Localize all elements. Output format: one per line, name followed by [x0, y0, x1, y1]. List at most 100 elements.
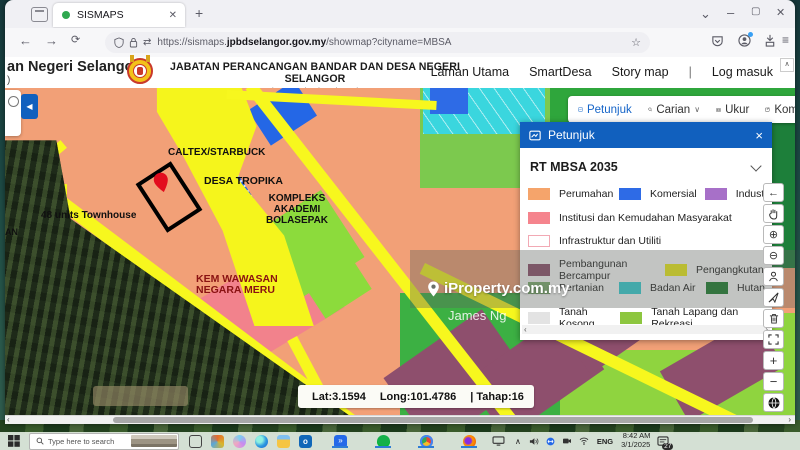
legend-panel-header[interactable]: Petunjuk ×	[520, 122, 772, 148]
menu-hamburger-icon[interactable]: ≡	[782, 33, 789, 47]
copilot-icon[interactable]	[233, 435, 246, 448]
swatch-tanah-kosong	[528, 312, 550, 324]
legend-hscrollbar[interactable]: ‹ ›	[522, 325, 770, 334]
legend-scroll-left-icon[interactable]: ‹	[524, 325, 527, 334]
site-title: JABATAN PERANCANGAN BANDAR DAN DESA NEGE…	[165, 61, 465, 85]
zoom-out-button[interactable]: −	[763, 372, 784, 391]
window-minimize-button[interactable]: –	[727, 5, 734, 20]
window-close-button[interactable]: ✕	[776, 6, 785, 19]
task-view-icon[interactable]	[189, 435, 202, 448]
pocket-icon[interactable]	[711, 35, 724, 48]
windows-taskbar: Type here to search o » ∧ ENG 8:42 AM 3/…	[0, 432, 800, 450]
delete-trash-button[interactable]	[763, 309, 784, 328]
toolbar-komen[interactable]: Kom	[774, 104, 795, 116]
paint3d-icon[interactable]	[211, 435, 224, 448]
nav-smartdesa[interactable]: SmartDesa	[529, 65, 592, 79]
tab-favicon	[62, 11, 70, 19]
basemap-globe-button[interactable]	[763, 393, 784, 412]
hscroll-right-icon[interactable]: ›	[788, 415, 791, 424]
tray-clock[interactable]: 8:42 AM 3/1/2025	[621, 432, 650, 449]
legend-plan-title: RT MBSA 2035	[530, 160, 618, 174]
eye-icon[interactable]	[8, 96, 19, 107]
nav-log-masuk[interactable]: Log masuk	[712, 65, 773, 79]
edge-icon[interactable]	[255, 435, 268, 448]
measure-icon	[716, 105, 721, 115]
swatch-komersial	[619, 188, 641, 200]
hscroll-thumb[interactable]	[113, 417, 753, 423]
navigate-arrow-button[interactable]	[763, 288, 784, 307]
account-icon[interactable]	[738, 34, 751, 47]
back-button[interactable]: ←	[19, 33, 32, 48]
legend-close-icon[interactable]: ×	[755, 128, 763, 143]
user-location-button[interactable]	[763, 267, 784, 286]
tray-teamviewer-icon[interactable]	[546, 437, 555, 446]
pan-hand-button[interactable]	[763, 204, 784, 223]
zoom-out-circle-button[interactable]: ⊖	[763, 246, 784, 265]
teamviewer-task[interactable]: »	[334, 435, 347, 448]
legend-expand-chevron-icon[interactable]	[750, 160, 761, 171]
search-icon	[648, 104, 653, 115]
bookmark-star-icon[interactable]: ☆	[631, 36, 641, 49]
legend-row-1: Perumahan Komersial Industri	[528, 188, 766, 200]
start-button[interactable]	[8, 435, 20, 447]
page-scroll-up-arrow[interactable]: ∧	[780, 58, 794, 72]
shield-icon[interactable]	[114, 37, 124, 48]
map-label-kompleks: KOMPLEKS AKADEMI BOLASEPAK	[257, 194, 337, 226]
notification-badge: 27	[662, 443, 673, 450]
new-tab-button[interactable]: +	[195, 5, 203, 21]
toolbar-carian[interactable]: Carian	[656, 104, 690, 116]
taskbar-search-icon	[36, 437, 44, 445]
swatch-perumahan	[528, 188, 550, 200]
back-tool-button[interactable]: ←	[763, 183, 784, 202]
swatch-institusi	[528, 212, 550, 224]
tray-notifications[interactable]: 27	[657, 436, 669, 447]
tab-list-button[interactable]: ⌄	[700, 6, 711, 22]
tray-hidden-icons-chevron[interactable]: ∧	[515, 437, 521, 446]
zoom-in-button[interactable]: +	[763, 351, 784, 370]
taskbar-search-box[interactable]: Type here to search	[29, 433, 179, 450]
tray-monitor-icon[interactable]	[492, 436, 505, 446]
tab-close-icon[interactable]: ✕	[169, 10, 177, 21]
legend-panel-icon	[529, 130, 541, 141]
map-label-caltex: CALTEX/STARBUCK	[168, 148, 265, 159]
browser-tab[interactable]: SISMAPS ✕	[53, 3, 185, 27]
address-field[interactable]: ⇄ https://sismaps.jpbdselangor.gov.my/sh…	[105, 32, 650, 53]
toolbar-petunjuk[interactable]: Petunjuk	[587, 104, 632, 116]
carian-chevron-icon[interactable]: ∨	[694, 105, 700, 114]
tab-title: SISMAPS	[77, 9, 124, 21]
selangor-crest-logo	[125, 57, 157, 88]
chrome-task[interactable]	[420, 435, 433, 448]
collapse-panel-button[interactable]: ◀	[21, 94, 38, 119]
map-canvas[interactable]: CALTEX/STARBUCK DESA TROPIKA KOMPLEKS AK…	[5, 88, 795, 415]
site-nav: Laman Utama SmartDesa Story map | Log ma…	[431, 65, 773, 79]
firefox-task[interactable]	[463, 435, 476, 448]
clipped-header-text: an Negeri Selangor	[7, 59, 139, 75]
outlook-icon[interactable]: o	[299, 435, 312, 448]
spotify-task[interactable]	[377, 435, 390, 448]
legend-icon	[578, 104, 583, 115]
hscroll-left-icon[interactable]: ‹	[7, 415, 10, 424]
nav-laman-utama[interactable]: Laman Utama	[431, 65, 510, 79]
file-explorer-icon[interactable]	[277, 435, 290, 448]
forward-button[interactable]: →	[45, 33, 58, 48]
watermark-band	[410, 250, 795, 308]
firefox-view-icon[interactable]	[31, 7, 48, 22]
swatch-rekreasi	[620, 312, 642, 324]
lock-icon[interactable]	[129, 37, 138, 48]
toolbar-ukur[interactable]: Ukur	[725, 104, 749, 116]
status-lat: Lat:3.1594	[312, 391, 366, 403]
window-maximize-button[interactable]: ▢	[751, 6, 760, 17]
extensions-icon[interactable]	[764, 34, 776, 47]
zoom-in-circle-button[interactable]: ⊕	[763, 225, 784, 244]
tray-camera-icon[interactable]	[562, 437, 572, 445]
tray-volume-icon[interactable]	[529, 437, 539, 446]
reload-button[interactable]: ⟳	[71, 33, 80, 46]
tray-wifi-icon[interactable]	[579, 437, 589, 445]
tray-language[interactable]: ENG	[597, 437, 613, 446]
page-hscrollbar[interactable]: ‹ ›	[5, 415, 795, 424]
permissions-icon[interactable]: ⇄	[143, 37, 151, 48]
nav-story-map[interactable]: Story map	[612, 65, 669, 79]
legend-row-3: Infrastruktur dan Utiliti	[528, 235, 661, 247]
satellite-buildings	[93, 386, 188, 406]
fullscreen-button[interactable]	[763, 330, 784, 349]
